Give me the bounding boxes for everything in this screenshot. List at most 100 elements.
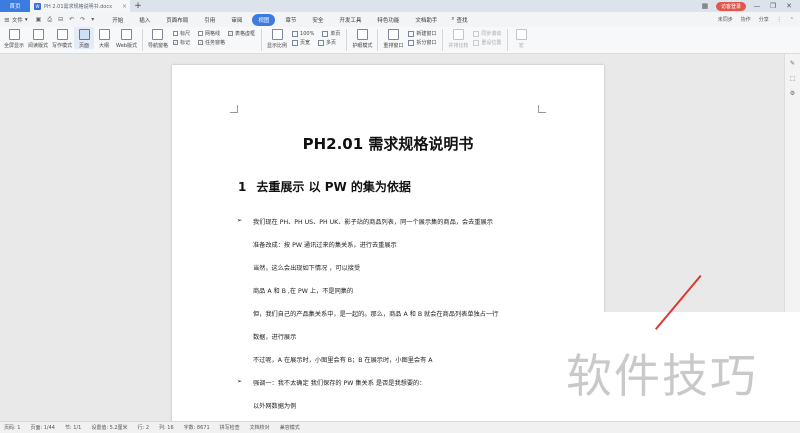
new-window-label: 新建窗口 <box>416 31 437 37</box>
new-window-icon <box>408 30 415 37</box>
tab-features[interactable]: 特色功能 <box>369 14 407 26</box>
writing-mode-button[interactable]: 写作模式 <box>50 27 74 49</box>
share-button[interactable]: 分享 <box>759 16 769 23</box>
ruler-checkbox[interactable]: 标尺 <box>172 30 190 37</box>
ribbon-divider <box>442 29 444 51</box>
navigation-pane-button[interactable]: 导航窗格 <box>146 27 170 49</box>
sync-status[interactable]: 未同步 <box>718 16 733 23</box>
close-tab-icon[interactable]: × <box>122 3 130 10</box>
outline-view-button[interactable]: 大纲 <box>94 27 114 49</box>
gridlines-checkbox[interactable]: 网格线 <box>197 30 220 37</box>
checkbox-box <box>197 31 203 36</box>
tab-review[interactable]: 审阅 <box>223 14 250 26</box>
side-by-side-button[interactable]: 并排比较 <box>446 27 470 49</box>
tab-references[interactable]: 引用 <box>196 14 223 26</box>
page-view-button[interactable]: 页面 <box>74 27 95 49</box>
paragraph-line[interactable]: 强调一：我不太确定 我们保存的 PW 集关系 是否是我想要的： <box>237 378 425 387</box>
paragraph-line[interactable]: 准备改成：按 PW 通讯过来的集关系，进行去重展示 <box>253 240 397 249</box>
file-menu[interactable]: ≡ 文件 ▾ <box>4 16 28 24</box>
tab-chapter[interactable]: 章节 <box>277 14 304 26</box>
status-line[interactable]: 行: 2 <box>138 424 149 431</box>
tab-security[interactable]: 安全 <box>304 14 331 26</box>
tab-insert[interactable]: 插入 <box>131 14 158 26</box>
table-gridlines-checkbox[interactable]: ✓ 表格虚框 <box>228 30 255 37</box>
fullscreen-button[interactable]: 全屏显示 <box>2 27 26 49</box>
new-tab-button[interactable]: + <box>130 0 146 12</box>
status-section[interactable]: 节: 1/1 <box>65 424 81 431</box>
pen-icon <box>56 29 68 40</box>
status-word-count[interactable]: 字数: 8671 <box>184 424 210 431</box>
menubar-right: 未同步 协作 分享 ⋮ ⌃ <box>718 16 800 24</box>
heading-1[interactable]: 1 去重展示 以 PW 的集为依据 <box>238 178 411 195</box>
tab-start[interactable]: 开始 <box>104 14 131 26</box>
redo-icon[interactable]: ↷ <box>80 16 85 24</box>
reading-mode-button[interactable]: 阅读版式 <box>26 27 50 49</box>
task-pane-checkbox[interactable]: ✓ 任务窗格 <box>197 39 225 46</box>
tab-developer[interactable]: 开发工具 <box>331 14 369 26</box>
navigation-pane-icon <box>152 29 164 40</box>
page-width-button[interactable]: 页宽 <box>292 39 310 46</box>
paragraph-line[interactable]: 以外网数据为例 <box>253 401 296 410</box>
chevron-down-icon: ▾ <box>24 16 28 23</box>
document-tab[interactable]: W PH 2.01需求规格说明书.docx × <box>30 0 130 12</box>
paragraph-line[interactable]: 商品 A 和 B ,在 PW 上，不是同集的 <box>253 286 353 295</box>
document-title[interactable]: PH2.01 需求规格说明书 <box>172 133 604 154</box>
collapse-ribbon-icon[interactable]: ⌃ <box>790 17 794 23</box>
select-icon[interactable]: ⬚ <box>790 75 796 82</box>
home-tab[interactable]: 首页 <box>0 0 30 12</box>
more-options-icon[interactable]: ⋮ <box>777 17 782 23</box>
status-position[interactable]: 设置值: 5.2厘米 <box>91 424 127 431</box>
paragraph-line[interactable]: 但，我们自己的产品集关系中，是一起的。那么，商品 A 和 B 就会在商品列表单独… <box>253 309 498 318</box>
status-spellcheck[interactable]: 拼写检查 <box>220 424 240 431</box>
zoom-100-label: 100% <box>300 30 315 37</box>
paragraph-line[interactable]: 当然，这么会出现如下情况 ，可以接受 <box>253 263 360 272</box>
sync-scroll-button[interactable]: 同步滚动 <box>473 30 501 37</box>
status-proofread[interactable]: 文档校对 <box>250 424 270 431</box>
search-command[interactable]: ⌕ 查找 <box>445 16 473 24</box>
new-window-button[interactable]: 新建窗口 <box>408 30 436 37</box>
edit-icon[interactable]: ✎ <box>790 60 795 67</box>
paragraph-line[interactable]: 不过呢，A 在展示时，小图里会有 B；B 在展示时，小图里会有 A <box>253 355 433 364</box>
web-layout-button[interactable]: Web版式 <box>114 27 139 49</box>
paragraph-line[interactable]: 我们现在 PH、PH US、PH UK、影子站的商品列表，同一个展示集的商品，会… <box>237 217 493 226</box>
paragraph-line[interactable]: 数据，进行展示 <box>253 332 296 341</box>
collaborate-button[interactable]: 协作 <box>741 16 751 23</box>
minimize-icon[interactable]: — <box>752 2 762 10</box>
rearrange-windows-button[interactable]: 重排窗口 <box>381 27 405 49</box>
login-button[interactable]: 访客登录 <box>715 1 746 11</box>
web-layout-label: Web版式 <box>116 43 137 49</box>
tab-page-layout[interactable]: 页面布局 <box>158 14 196 26</box>
zoom-100-icon <box>292 30 299 37</box>
fullscreen-icon <box>8 29 20 40</box>
watermark-text: 软件技巧 <box>566 349 758 403</box>
markup-checkbox[interactable]: ✓ 标记 <box>172 39 190 46</box>
checkbox-checked-box: ✓ <box>197 40 203 45</box>
tab-doc-assistant[interactable]: 文档助手 <box>407 14 445 26</box>
more-icon[interactable]: ▾ <box>91 16 94 24</box>
undo-icon[interactable]: ↶ <box>69 16 74 24</box>
checkbox-checked-box: ✓ <box>228 31 233 36</box>
grid-icon[interactable]: ▦ <box>700 2 710 10</box>
reset-position-button[interactable]: 重设位置 <box>473 39 501 46</box>
status-column[interactable]: 列: 16 <box>159 424 174 431</box>
sync-scroll-icon <box>473 30 480 37</box>
tab-view[interactable]: 视图 <box>252 13 276 26</box>
split-window-button[interactable]: 拆分窗口 <box>408 39 436 46</box>
macro-button[interactable]: 宏 <box>511 27 531 49</box>
single-page-button[interactable]: 单页 <box>322 30 340 37</box>
zoom-100-button[interactable]: 100% <box>292 30 315 37</box>
gridlines-label: 网格线 <box>204 31 220 37</box>
zoom-button[interactable]: 显示比例 <box>265 27 289 49</box>
document-page[interactable]: PH2.01 需求规格说明书 1 去重展示 以 PW 的集为依据 我们现在 PH、… <box>172 65 604 425</box>
status-compat-mode[interactable]: 兼容模式 <box>280 424 300 431</box>
restore-icon[interactable]: ❐ <box>768 2 778 10</box>
close-window-icon[interactable]: ✕ <box>784 2 794 10</box>
multi-page-button[interactable]: 多页 <box>318 39 336 46</box>
status-page-number[interactable]: 页码: 1 <box>4 424 20 431</box>
print-icon[interactable]: ⊟ <box>58 16 63 24</box>
eye-protection-button[interactable]: 护眼模式 <box>350 27 374 49</box>
adjust-icon[interactable]: ⚙ <box>790 90 795 97</box>
save-icon[interactable]: ▣ <box>36 16 42 24</box>
export-icon[interactable]: ⎙ <box>47 16 52 24</box>
status-page-count[interactable]: 页面: 1/44 <box>30 424 55 431</box>
